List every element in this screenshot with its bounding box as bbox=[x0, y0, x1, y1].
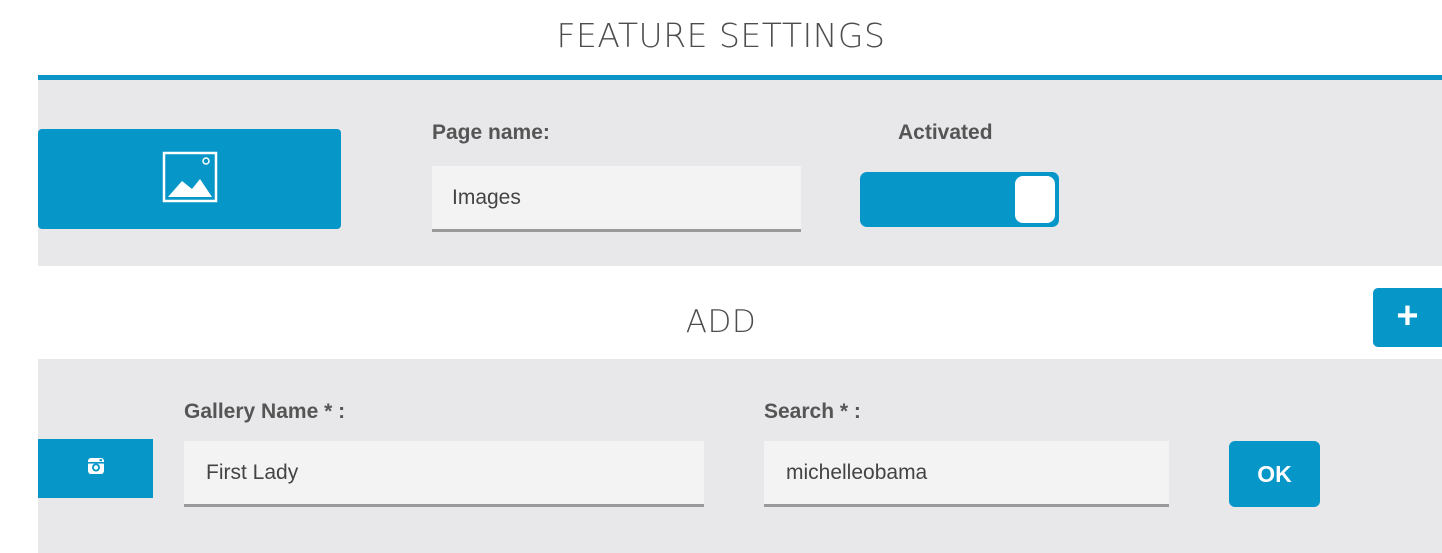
gallery-name-label: Gallery Name * : bbox=[184, 400, 346, 423]
search-input[interactable] bbox=[764, 441, 1169, 507]
page-name-label: Page name: bbox=[432, 121, 550, 144]
ok-button[interactable]: OK bbox=[1229, 441, 1320, 507]
search-label: Search * : bbox=[764, 400, 861, 423]
image-icon bbox=[162, 151, 218, 208]
feature-settings-title: FEATURE SETTINGS bbox=[556, 16, 886, 55]
instagram-icon bbox=[87, 457, 105, 480]
page-name-input[interactable] bbox=[432, 166, 801, 232]
ok-button-label: OK bbox=[1257, 460, 1292, 487]
instagram-source-button[interactable] bbox=[38, 439, 153, 498]
add-section-title: ADD bbox=[685, 304, 757, 340]
image-type-button[interactable] bbox=[38, 129, 341, 229]
activated-toggle[interactable] bbox=[860, 172, 1059, 227]
activated-label: Activated bbox=[898, 121, 993, 144]
gallery-name-input[interactable] bbox=[184, 441, 704, 507]
plus-icon: + bbox=[1396, 294, 1419, 337]
add-gallery-button[interactable]: + bbox=[1373, 288, 1442, 347]
toggle-knob[interactable] bbox=[1015, 176, 1055, 223]
